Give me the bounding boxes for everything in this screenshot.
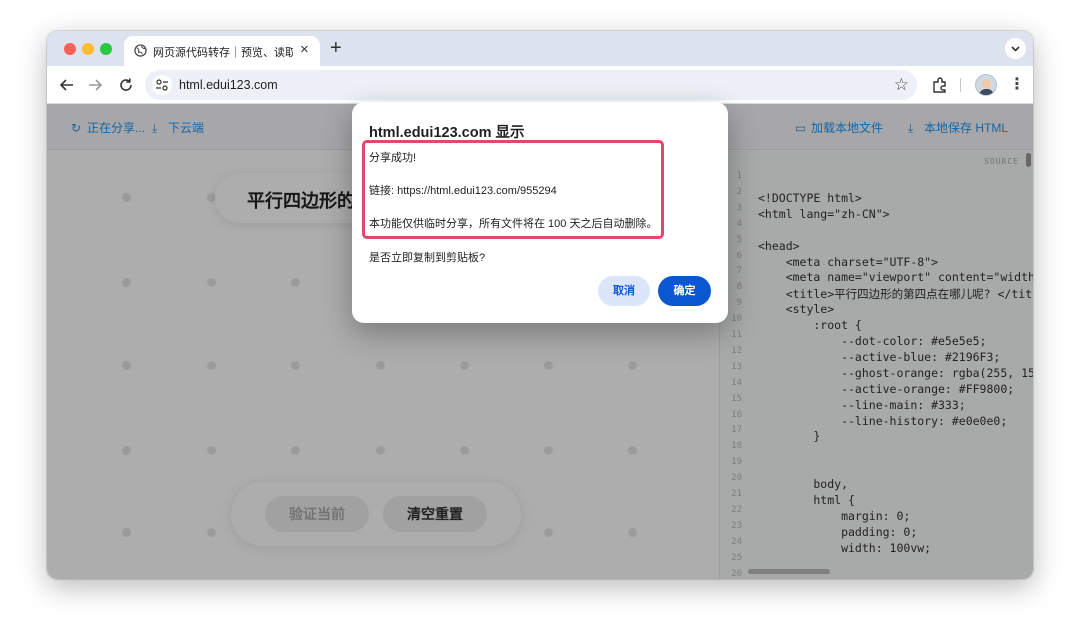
tab-close-icon[interactable]: × xyxy=(300,41,309,59)
close-window-button[interactable] xyxy=(64,43,76,55)
confirm-button[interactable]: 确定 xyxy=(658,276,711,306)
share-success-text: 分享成功! xyxy=(369,152,417,164)
url-text[interactable]: html.edui123.com xyxy=(179,78,278,92)
tab-search-button[interactable] xyxy=(1005,38,1026,59)
maximize-window-button[interactable] xyxy=(100,43,112,55)
browser-menu-icon[interactable]: ⋮ xyxy=(1009,75,1025,95)
minimize-window-button[interactable] xyxy=(82,43,94,55)
browser-toolbar: html.edui123.com ☆ ⋮ xyxy=(47,66,1033,104)
extensions-puzzle-icon[interactable] xyxy=(931,76,949,94)
alert-dialog: html.edui123.com 显示 分享成功! 链接: https://ht… xyxy=(352,102,728,323)
copy-question-text: 是否立即复制到剪贴板? xyxy=(369,252,486,264)
reload-icon[interactable] xyxy=(117,76,135,94)
cancel-button[interactable]: 取消 xyxy=(598,276,650,306)
site-settings-icon[interactable] xyxy=(152,75,172,95)
address-bar[interactable]: html.edui123.com ☆ xyxy=(145,70,917,100)
share-link-text: 链接: https://html.edui123.com/955294 xyxy=(369,185,557,197)
bookmark-star-icon[interactable]: ☆ xyxy=(894,74,909,96)
forward-arrow-icon[interactable] xyxy=(86,76,104,94)
globe-icon xyxy=(134,44,147,57)
tab-title: 网页源代码转存｜预览、读取、 xyxy=(153,47,293,59)
share-note-text: 本功能仅供临时分享，所有文件将在 100 天之后自动删除。 xyxy=(369,218,658,230)
tab-strip: 网页源代码转存｜预览、读取、 × + xyxy=(47,31,1033,66)
toolbar-divider xyxy=(960,78,961,92)
new-tab-button[interactable]: + xyxy=(330,37,342,59)
back-arrow-icon[interactable] xyxy=(58,76,76,94)
browser-tab[interactable]: 网页源代码转存｜预览、读取、 × xyxy=(124,36,320,66)
dialog-title: html.edui123.com 显示 xyxy=(369,125,525,141)
chevron-down-icon xyxy=(1011,46,1020,52)
profile-avatar[interactable] xyxy=(975,74,997,96)
